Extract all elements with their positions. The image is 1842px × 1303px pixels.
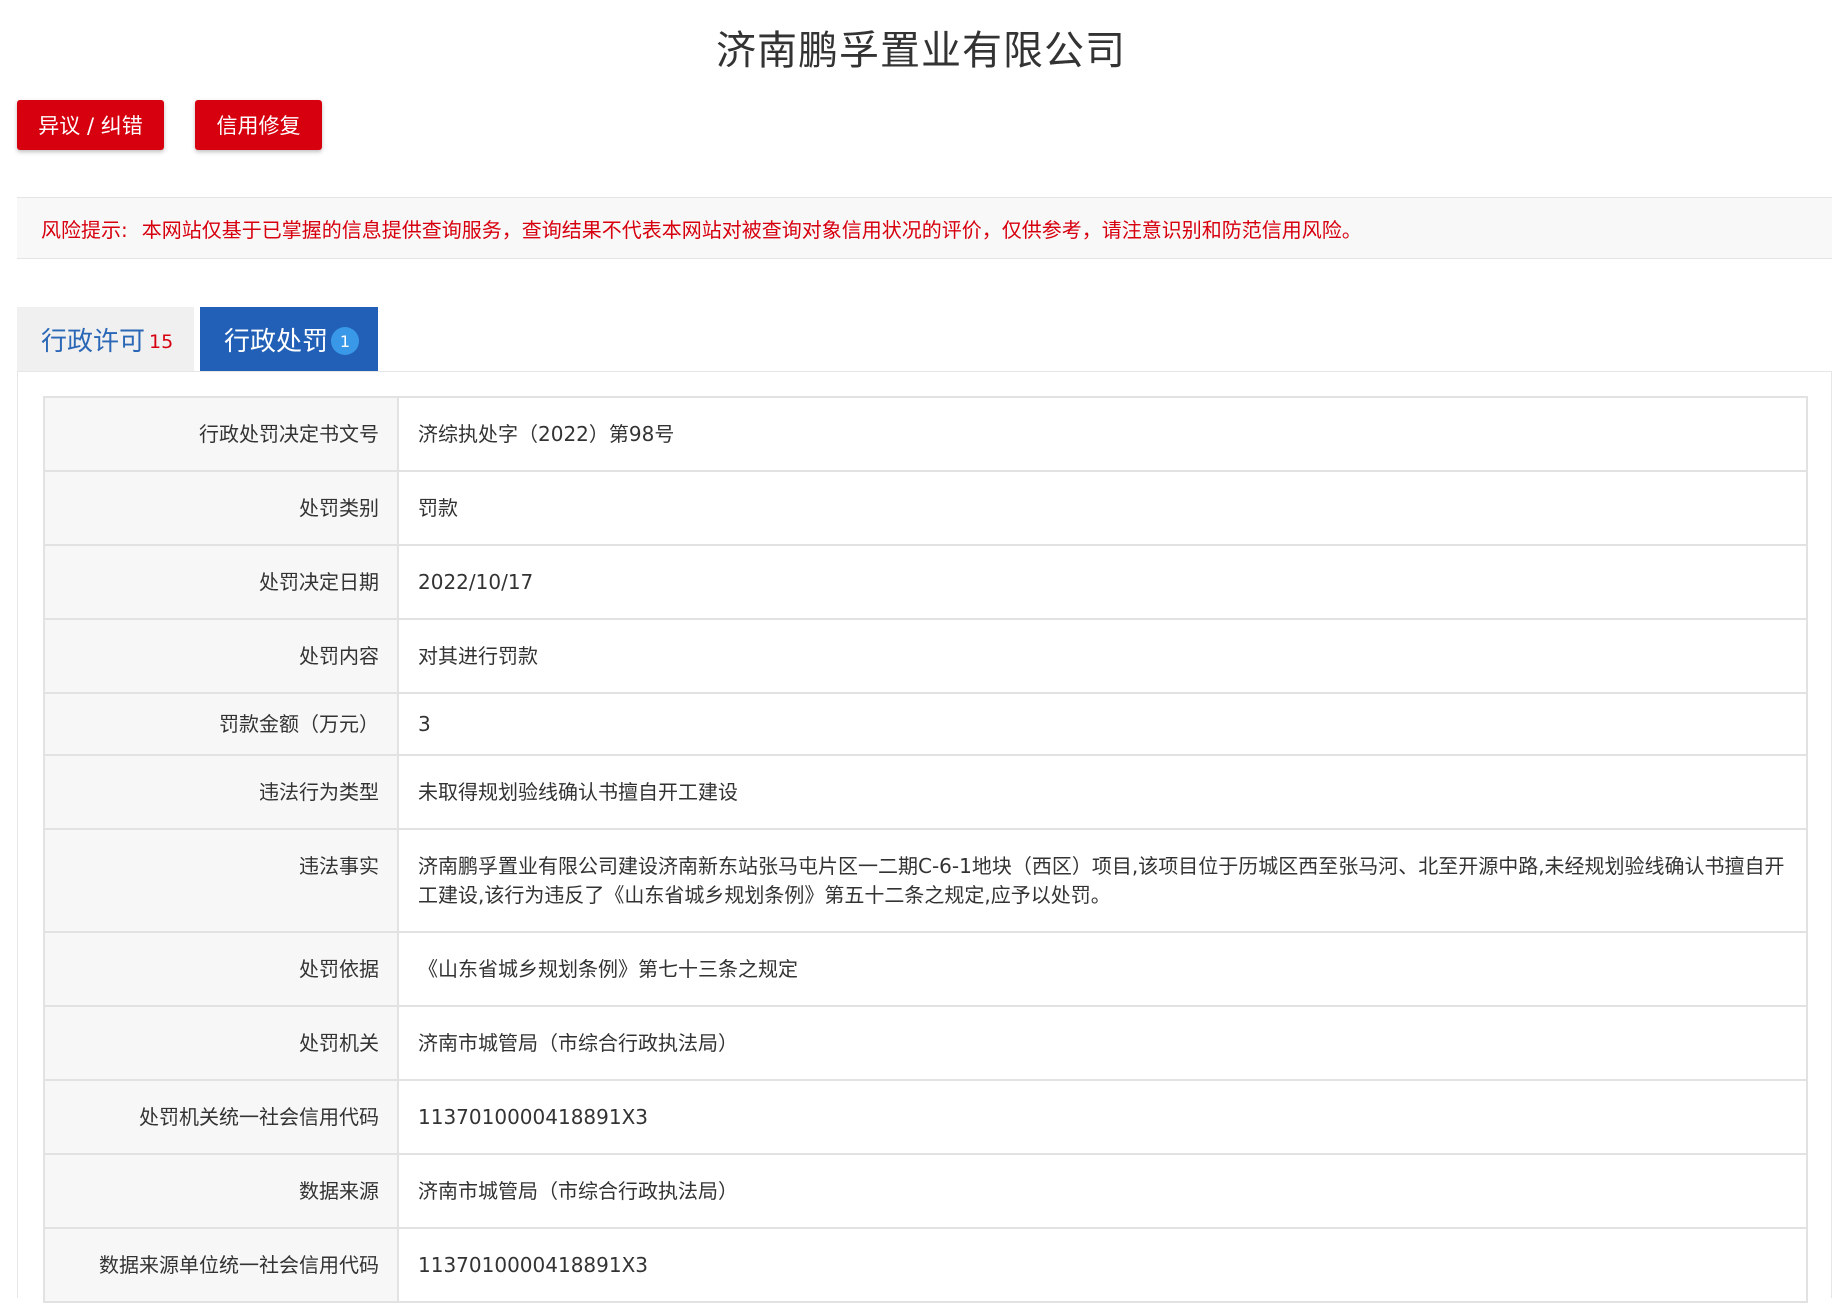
count-badge: 1 — [331, 327, 360, 355]
penalty-detail-table: 行政处罚决定书文号 济综执处字（2022）第98号 处罚类别 罚款 处罚决定日期… — [43, 396, 1808, 1303]
table-row: 处罚机关统一社会信用代码 1137010000418891X3 — [43, 1079, 1808, 1155]
field-value: 罚款 — [397, 470, 1808, 546]
risk-text: 本网站仅基于已掌握的信息提供查询服务，查询结果不代表本网站对被查询对象信用状况的… — [141, 217, 1362, 242]
field-value: 对其进行罚款 — [397, 618, 1808, 694]
field-value: 济南鹏孚置业有限公司建设济南新东站张马屯片区一二期C-6-1地块（西区）项目,该… — [397, 828, 1808, 933]
field-value: 济综执处字（2022）第98号 — [397, 396, 1808, 472]
field-label: 处罚内容 — [43, 618, 399, 694]
field-label: 罚款金额（万元） — [43, 692, 399, 756]
risk-notice: 风险提示: 本网站仅基于已掌握的信息提供查询服务，查询结果不代表本网站对被查询对… — [17, 197, 1832, 259]
tab-label: 行政许可 — [41, 326, 146, 357]
table-row: 数据来源单位统一社会信用代码 1137010000418891X3 — [43, 1227, 1808, 1303]
page-title: 济南鹏孚置业有限公司 — [716, 28, 1126, 74]
field-label: 处罚机关统一社会信用代码 — [43, 1079, 399, 1155]
table-row: 行政处罚决定书文号 济综执处字（2022）第98号 — [43, 396, 1808, 472]
field-label: 处罚类别 — [43, 470, 399, 546]
tab-admin-license[interactable]: 行政许可 15 — [17, 307, 194, 371]
field-label: 处罚决定日期 — [43, 544, 399, 620]
field-value: 1137010000418891X3 — [397, 1227, 1808, 1303]
tab-label: 行政处罚 — [224, 326, 329, 357]
table-row: 处罚内容 对其进行罚款 — [43, 618, 1808, 694]
field-label: 处罚机关 — [43, 1005, 399, 1081]
field-label: 违法事实 — [43, 828, 399, 933]
table-row: 罚款金额（万元） 3 — [43, 692, 1808, 756]
table-row: 违法事实 济南鹏孚置业有限公司建设济南新东站张马屯片区一二期C-6-1地块（西区… — [43, 828, 1808, 933]
table-row: 处罚依据 《山东省城乡规划条例》第七十三条之规定 — [43, 931, 1808, 1007]
field-value: 2022/10/17 — [397, 544, 1808, 620]
table-row: 处罚机关 济南市城管局（市综合行政执法局） — [43, 1005, 1808, 1081]
field-value: 1137010000418891X3 — [397, 1079, 1808, 1155]
table-row: 处罚决定日期 2022/10/17 — [43, 544, 1808, 620]
tab-admin-penalty[interactable]: 行政处罚 1 — [200, 307, 378, 371]
risk-label: 风险提示: — [41, 217, 128, 242]
field-label: 行政处罚决定书文号 — [43, 396, 399, 472]
count-badge: 15 — [149, 331, 174, 353]
field-value: 济南市城管局（市综合行政执法局） — [397, 1005, 1808, 1081]
field-label: 违法行为类型 — [43, 754, 399, 830]
table-row: 处罚类别 罚款 — [43, 470, 1808, 546]
table-row: 违法行为类型 未取得规划验线确认书擅自开工建设 — [43, 754, 1808, 830]
field-value: 未取得规划验线确认书擅自开工建设 — [397, 754, 1808, 830]
field-value: 济南市城管局（市综合行政执法局） — [397, 1153, 1808, 1229]
field-value: 3 — [397, 692, 1808, 756]
dispute-button[interactable]: 异议 / 纠错 — [17, 100, 164, 150]
credit-repair-button[interactable]: 信用修复 — [195, 100, 322, 150]
field-label: 数据来源 — [43, 1153, 399, 1229]
field-label: 数据来源单位统一社会信用代码 — [43, 1227, 399, 1303]
table-row: 数据来源 济南市城管局（市综合行政执法局） — [43, 1153, 1808, 1229]
field-label: 处罚依据 — [43, 931, 399, 1007]
field-value: 《山东省城乡规划条例》第七十三条之规定 — [397, 931, 1808, 1007]
